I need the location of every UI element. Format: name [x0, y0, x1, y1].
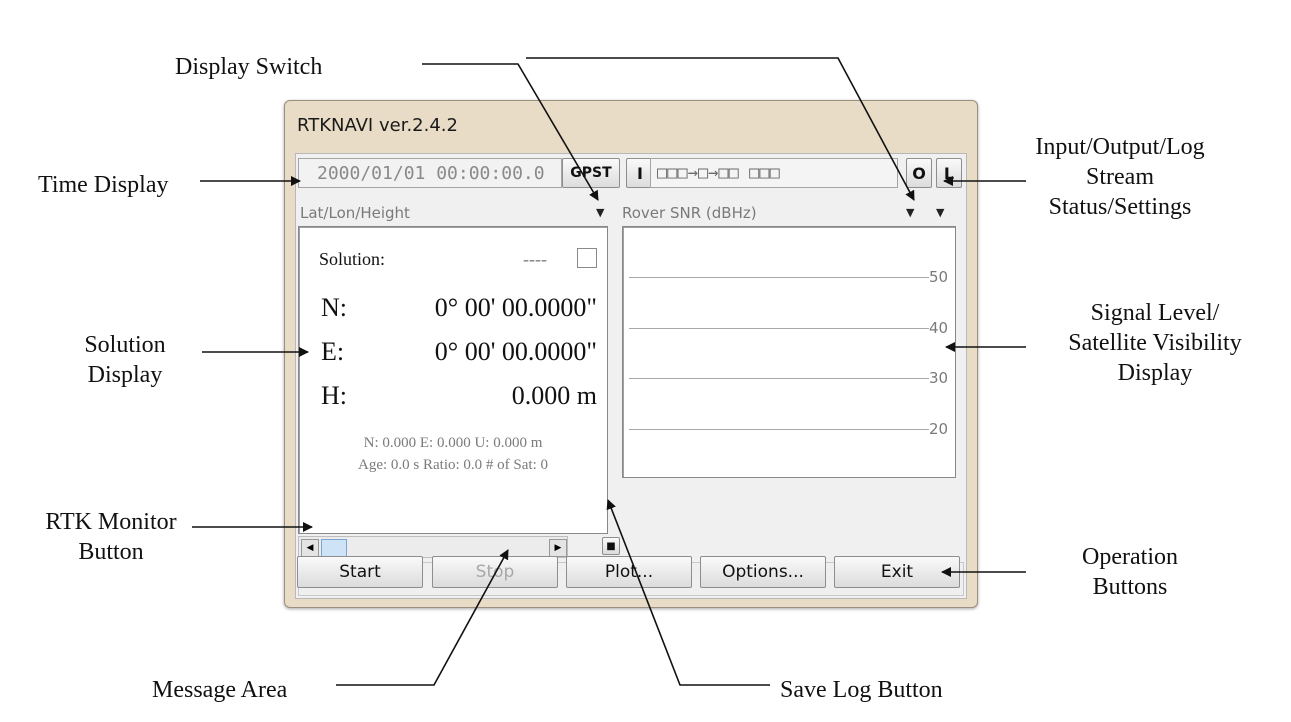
callout-rtk-line1: RTK Monitor [45, 509, 177, 535]
callout-io-log-line3: Status/Settings [1048, 194, 1192, 220]
solution-stats-line1: N: 0.000 E: 0.000 U: 0.000 m [363, 435, 543, 451]
left-display-selector[interactable]: Lat/Lon/Height ▼ [300, 202, 608, 224]
callout-io-log: Input/Output/Log Stream Status/Settings [1010, 132, 1230, 222]
callout-operation-line1: Operation [1082, 544, 1178, 570]
right-selector-dropdown-icon-2[interactable]: ▼ [936, 206, 944, 219]
solution-label: Solution: [319, 249, 386, 269]
window-client-area: 2000/01/01 00:00:00.0 GPST I □□□→□→□□ □□… [295, 153, 967, 599]
snr-gridline [629, 429, 929, 430]
plot-button[interactable]: Plot... [566, 556, 692, 588]
callout-signal-level: Signal Level/ Satellite Visibility Displ… [1040, 298, 1270, 388]
east-value: 0° 00' 00.0000" [434, 337, 597, 366]
callout-time-display: Time Display [38, 172, 169, 198]
callout-signal-line3: Display [1117, 360, 1193, 386]
scroll-left-arrow-icon[interactable]: ◀ [301, 539, 319, 557]
callout-rtk-line2: Button [78, 539, 144, 565]
north-label: N: [321, 293, 347, 322]
callout-io-log-line1: Input/Output/Log [1035, 134, 1205, 160]
solution-panel: Solution: ---- N: 0° 00' 00.0000" E: 0° … [298, 226, 608, 534]
log-stream-button[interactable]: L [936, 158, 962, 188]
save-log-button[interactable]: ■ [602, 537, 620, 555]
callout-operation-line2: Buttons [1092, 574, 1168, 600]
left-selector-dropdown-icon[interactable]: ▼ [596, 206, 604, 219]
start-button[interactable]: Start [297, 556, 423, 588]
stop-button[interactable]: Stop [432, 556, 558, 588]
solution-status: ---- [523, 249, 547, 269]
callout-signal-line1: Signal Level/ [1090, 300, 1220, 326]
right-selector-dropdown-icon[interactable]: ▼ [906, 206, 914, 219]
output-stream-button[interactable]: O [906, 158, 932, 188]
callout-save-log: Save Log Button [780, 677, 943, 703]
callout-solution-display: Solution Display [60, 330, 190, 390]
snr-tick-label: 50 [929, 268, 949, 286]
time-display: 2000/01/01 00:00:00.0 [298, 158, 562, 188]
height-label: H: [321, 381, 347, 410]
callout-signal-line2: Satellite Visibility [1068, 330, 1242, 356]
snr-panel: 50 40 30 20 [622, 226, 956, 478]
callout-display-switch: Display Switch [175, 54, 323, 80]
time-system-button[interactable]: GPST [562, 158, 620, 188]
snr-gridline [629, 378, 929, 379]
left-selector-label: Lat/Lon/Height [300, 204, 410, 222]
window-title: RTKNAVI ver.2.4.2 [297, 115, 458, 136]
callout-operation-buttons: Operation Buttons [1060, 542, 1200, 602]
horizontal-scrollbar[interactable]: ◀ ▶ [298, 536, 568, 558]
callout-io-log-line2: Stream [1086, 164, 1154, 190]
scroll-right-arrow-icon[interactable]: ▶ [549, 539, 567, 557]
snr-tick-label: 20 [929, 420, 949, 438]
rtknavi-window: RTKNAVI ver.2.4.2 2000/01/01 00:00:00.0 … [284, 100, 978, 608]
save-log-icon: ■ [606, 540, 616, 552]
right-selector-label: Rover SNR (dBHz) [622, 204, 757, 222]
operation-buttons [298, 600, 964, 634]
snr-tick-label: 40 [929, 319, 949, 337]
snr-gridline [629, 328, 929, 329]
right-display-selector[interactable]: Rover SNR (dBHz) ▼ ▼ [622, 202, 962, 224]
toolbar: 2000/01/01 00:00:00.0 GPST I □□□→□→□□ □□… [298, 158, 964, 188]
callout-message-area: Message Area [152, 677, 288, 703]
solution-status-box [577, 248, 597, 268]
exit-button[interactable]: Exit [834, 556, 960, 588]
snr-gridline [629, 277, 929, 278]
options-button[interactable]: Options... [700, 556, 826, 588]
east-label: E: [321, 337, 345, 366]
scroll-thumb[interactable] [321, 539, 347, 557]
north-value: 0° 00' 00.0000" [434, 293, 597, 322]
snr-tick-label: 30 [929, 369, 949, 387]
height-value: 0.000 m [511, 381, 597, 410]
callout-solution-line2: Display [87, 362, 163, 388]
callout-rtk-monitor: RTK Monitor Button [26, 507, 196, 567]
stream-status-indicator: □□□→□→□□ □□□ [650, 158, 898, 188]
callout-solution-line1: Solution [84, 332, 166, 358]
solution-stats-line2: Age: 0.0 s Ratio: 0.0 # of Sat: 0 [358, 457, 548, 473]
